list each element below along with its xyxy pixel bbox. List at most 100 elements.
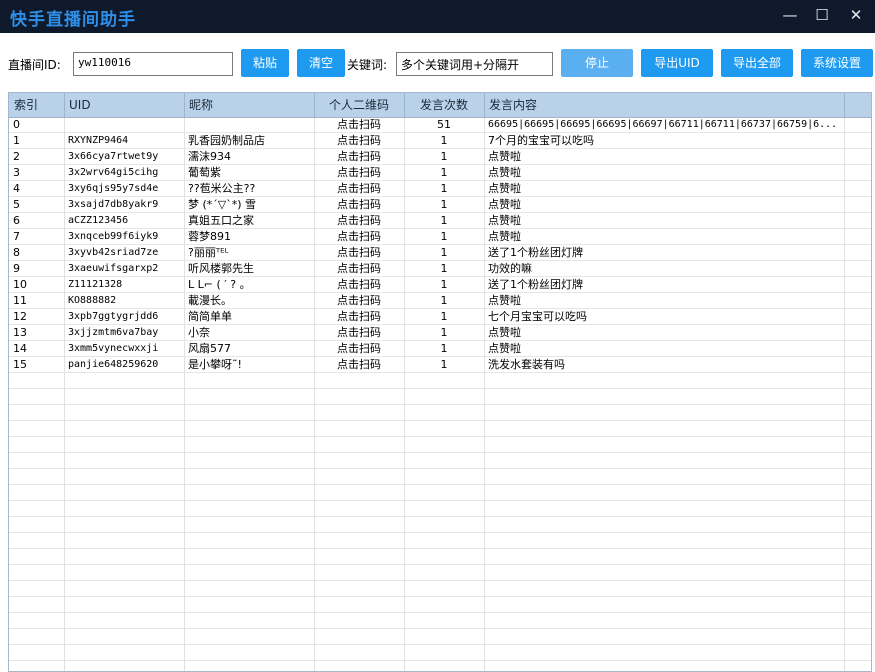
room-id-label: 直播间ID: [8,58,61,72]
cell-content: 点赞啦 [488,166,521,179]
cell-qrcode-link[interactable]: 点击扫码 [314,341,404,357]
column-header-count[interactable]: 发言次数 [404,93,484,117]
table-row[interactable]: 7 3xnqceb99f6iyk9 蓉梦891 点击扫码 1 点赞啦 [9,229,871,245]
header-divider [844,93,845,117]
cell-content: 点赞啦 [488,150,521,163]
cell-index: 7 [13,230,20,243]
cell-qrcode-link[interactable]: 点击扫码 [314,165,404,181]
cell-count: 1 [440,182,448,195]
cell-qrcode-link[interactable]: 点击扫码 [314,229,404,245]
paste-button[interactable]: 粘贴 [241,49,289,77]
cell-content: 点赞啦 [488,230,521,243]
table-row[interactable]: 9 3xaeuwifsgarxp2 听风楼郭先生 点击扫码 1 功效的嘛 [9,261,871,277]
cell-content: 点赞啦 [488,198,521,211]
header-divider [404,93,405,117]
table-row[interactable]: 12 3xpb7ggtygrjdd6 简简单单 点击扫码 1 七个月宝宝可以吃吗 [9,309,871,325]
app-title: 快手直播间助手 [10,10,136,30]
cell-count: 1 [440,230,448,243]
column-header-nickname[interactable]: 昵称 [184,93,314,117]
cell-nickname: ??苞米公主?? [188,182,256,195]
cell-count: 1 [440,294,448,307]
data-grid[interactable]: 索引 UID 昵称 个人二维码 发言次数 发言内容 0 点击扫码 51 6669… [8,92,872,672]
header-divider [484,93,485,117]
clear-button[interactable]: 清空 [297,49,345,77]
cell-count: 1 [440,214,448,227]
cell-uid: 3xaeuwifsgarxp2 [68,263,159,274]
cell-qrcode-link[interactable]: 点击扫码 [314,309,404,325]
table-row[interactable]: 1 RXYNZP9464 乳香园奶制品店 点击扫码 1 7个月的宝宝可以吃吗 [9,133,871,149]
cell-uid: 3xsajd7db8yakr9 [68,199,159,210]
cell-uid: KO888882 [68,295,117,306]
grid-header: 索引 UID 昵称 个人二维码 发言次数 发言内容 [9,93,871,118]
cell-uid: panjie648259620 [68,359,159,370]
cell-index: 3 [13,166,20,179]
table-row[interactable]: 6 aCZZ123456 真姐五口之家 点击扫码 1 点赞啦 [9,213,871,229]
cell-uid: 3xyvb42sriad7ze [68,247,159,258]
cell-nickname: 梦 (*ˊ▽ˋ*) 雪 [188,198,257,211]
cell-nickname: 真姐五口之家 [188,214,254,227]
table-row[interactable]: 14 3xmm5vynecwxxji 风扇577 点击扫码 1 点赞啦 [9,341,871,357]
table-row[interactable]: 3 3x2wrv64gi5cihg 葡萄紫 点击扫码 1 点赞啦 [9,165,871,181]
table-row[interactable]: 5 3xsajd7db8yakr9 梦 (*ˊ▽ˋ*) 雪 点击扫码 1 点赞啦 [9,197,871,213]
table-row[interactable]: 2 3x66cya7rtwet9y 濡沫934 点击扫码 1 点赞啦 [9,149,871,165]
column-header-content[interactable]: 发言内容 [484,93,844,117]
settings-button[interactable]: 系统设置 [801,49,873,77]
cell-count: 1 [440,150,448,163]
keyword-input[interactable]: 多个关键词用+分隔开 [396,52,553,76]
cell-index: 4 [13,182,20,195]
cell-uid: 3xjjzmtm6va7bay [68,327,159,338]
close-icon[interactable]: ✕ [840,0,872,33]
cell-qrcode-link[interactable]: 点击扫码 [314,197,404,213]
table-row[interactable]: 0 点击扫码 51 66695|66695|66695|66695|66697|… [9,117,871,133]
cell-content: 送了1个粉丝团灯牌 [488,278,583,291]
cell-content: 七个月宝宝可以吃吗 [488,310,587,323]
cell-qrcode-link[interactable]: 点击扫码 [314,149,404,165]
minimize-icon[interactable]: — [774,0,806,33]
column-header-qrcode[interactable]: 个人二维码 [314,93,404,117]
cell-qrcode-link[interactable]: 点击扫码 [314,357,404,373]
cell-index: 12 [13,310,27,323]
export-all-button[interactable]: 导出全部 [721,49,793,77]
column-header-uid[interactable]: UID [64,93,184,117]
cell-content: 功效的嘛 [488,262,532,275]
cell-uid: 3x66cya7rtwet9y [68,151,159,162]
table-row[interactable]: 11 KO888882 載漫长。 点击扫码 1 点赞啦 [9,293,871,309]
header-divider [64,93,65,117]
cell-content: 点赞啦 [488,342,521,355]
cell-content: 点赞啦 [488,182,521,195]
table-row[interactable]: 4 3xy6qjs95y7sd4e ??苞米公主?? 点击扫码 1 点赞啦 [9,181,871,197]
header-divider [184,93,185,117]
keyword-label: 关键词: [347,58,388,72]
cell-nickname [184,117,314,133]
stop-button[interactable]: 停止 [561,49,633,77]
cell-qrcode-link[interactable]: 点击扫码 [314,213,404,229]
export-uid-button[interactable]: 导出UID [641,49,713,77]
cell-index: 5 [13,198,20,211]
cell-nickname: 載漫长。 [188,294,232,307]
table-row[interactable]: 10 Z11121328 L L⌐ ( ′ ? 。 点击扫码 1 送了1个粉丝团… [9,277,871,293]
maximize-icon[interactable]: ☐ [806,0,838,33]
cell-qrcode-link[interactable]: 点击扫码 [314,293,404,309]
cell-qrcode-link[interactable]: 点击扫码 [314,261,404,277]
cell-index: 8 [13,246,20,259]
cell-index: 1 [13,134,20,147]
cell-uid: RXYNZP9464 [68,135,129,146]
cell-qrcode-link[interactable]: 点击扫码 [314,325,404,341]
cell-uid: 3xnqceb99f6iyk9 [68,231,159,242]
cell-index: 11 [13,294,27,307]
table-row[interactable]: 8 3xyvb42sriad7ze ?丽丽ᵀᴱᴸ 点击扫码 1 送了1个粉丝团灯… [9,245,871,261]
cell-qrcode-link[interactable]: 点击扫码 [314,117,404,133]
cell-qrcode-link[interactable]: 点击扫码 [314,245,404,261]
header-divider [314,93,315,117]
cell-nickname: 小奈 [188,326,210,339]
cell-qrcode-link[interactable]: 点击扫码 [314,181,404,197]
cell-content: 7个月的宝宝可以吃吗 [488,134,594,147]
column-header-index[interactable]: 索引 [9,93,64,117]
cell-qrcode-link[interactable]: 点击扫码 [314,133,404,149]
cell-qrcode-link[interactable]: 点击扫码 [314,277,404,293]
cell-nickname: 蓉梦891 [188,230,231,243]
table-row[interactable]: 15 panjie648259620 是小攀呀˜! 点击扫码 1 洗发水套装有吗 [9,357,871,373]
room-id-input[interactable]: yw110016 [73,52,233,76]
table-row[interactable]: 13 3xjjzmtm6va7bay 小奈 点击扫码 1 点赞啦 [9,325,871,341]
cell-content: 点赞啦 [488,326,521,339]
